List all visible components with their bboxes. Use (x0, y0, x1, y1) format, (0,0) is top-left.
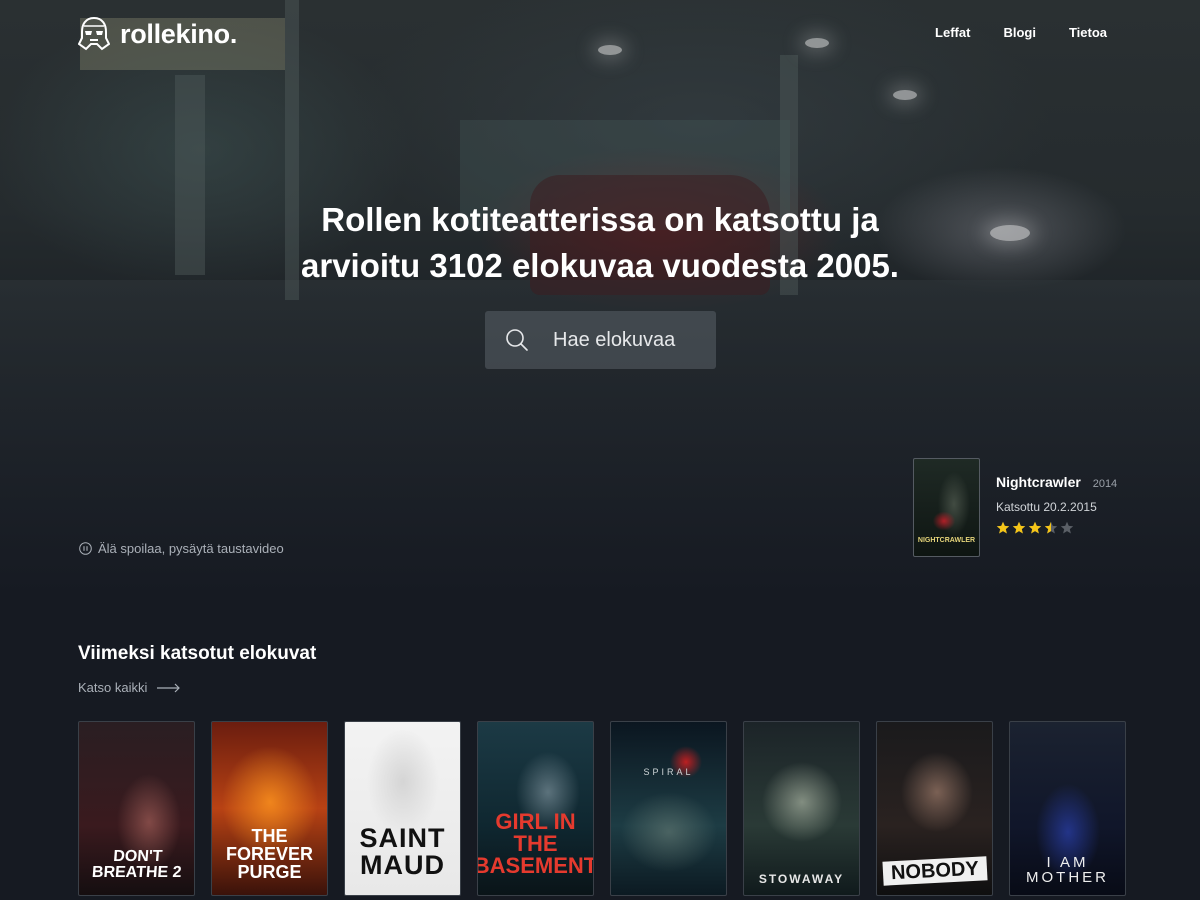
poster-title: THE FOREVER PURGE (225, 826, 313, 882)
main-nav: Leffat Blogi Tietoa (935, 25, 1107, 40)
pause-video-button[interactable]: Älä spoilaa, pysäytä taustavideo (79, 541, 284, 556)
see-all-label: Katso kaikki (78, 680, 148, 695)
pause-icon (79, 542, 92, 555)
hero-headline: Rollen kotiteatterissa on katsottu ja ar… (150, 197, 1050, 289)
nav-item-tietoa[interactable]: Tietoa (1069, 25, 1107, 40)
backdrop-light (805, 38, 829, 48)
movie-poster[interactable]: STOWAWAY (743, 721, 860, 896)
poster-title: SPIRAL (643, 767, 694, 777)
star-icon (996, 521, 1010, 534)
featured-seen-date: Katsottu 20.2.2015 (996, 500, 1097, 514)
star-icon (1012, 521, 1026, 534)
search-icon (506, 329, 528, 351)
poster-title: DON'T BREATHE 2 (91, 848, 182, 881)
nav-item-leffat[interactable]: Leffat (935, 25, 970, 40)
backdrop-light (893, 90, 917, 100)
movie-poster[interactable]: DON'T BREATHE 2 (78, 721, 195, 896)
movie-poster[interactable]: THE FOREVER PURGE (211, 721, 328, 896)
headline-line-2: arvioitu 3102 elokuvaa vuodesta 2005. (301, 247, 899, 284)
backdrop-light (598, 45, 622, 55)
poster-title: I AM MOTHER (1026, 854, 1109, 886)
movie-poster[interactable]: SPIRAL (610, 721, 727, 896)
featured-poster[interactable]: NIGHTCRAWLER (913, 458, 980, 557)
movie-poster[interactable]: SAINT MAUD (344, 721, 461, 896)
featured-poster-text: NIGHTCRAWLER (917, 537, 976, 544)
star-icon (1044, 521, 1058, 534)
star-icon (1060, 521, 1074, 534)
recent-section-title: Viimeksi katsotut elokuvat (78, 643, 317, 664)
search-input[interactable] (553, 328, 703, 352)
see-all-link[interactable]: Katso kaikki (78, 680, 181, 695)
poster-title: STOWAWAY (758, 872, 845, 886)
star-icon (1028, 521, 1042, 534)
headline-line-1: Rollen kotiteatterissa on katsottu ja (321, 201, 879, 238)
featured-year: 2014 (1092, 478, 1118, 490)
site-logo[interactable]: rollekino. (78, 16, 237, 52)
featured-title[interactable]: Nightcrawler (996, 474, 1081, 490)
nav-item-blogi[interactable]: Blogi (1003, 25, 1036, 40)
recent-posters: DON'T BREATHE 2 THE FOREVER PURGE SAINT … (78, 721, 1126, 896)
movie-poster[interactable]: I AM MOTHER (1009, 721, 1126, 896)
poster-title: NOBODY (882, 856, 987, 886)
poster-title: GIRL IN THE BASEMENT (477, 809, 594, 878)
featured-movie[interactable]: NIGHTCRAWLER Nightcrawler 2014 Katsottu … (913, 458, 1117, 557)
movie-search[interactable] (485, 311, 716, 369)
movie-poster[interactable]: GIRL IN THE BASEMENT (477, 721, 594, 896)
movie-poster[interactable]: NOBODY (876, 721, 993, 896)
rating-stars (996, 521, 1117, 535)
arrow-right-icon (157, 683, 181, 692)
pause-video-label: Älä spoilaa, pysäytä taustavideo (98, 541, 284, 556)
stormtrooper-helmet-icon (78, 16, 110, 51)
logo-text: rollekino. (120, 18, 238, 49)
featured-title-row: Nightcrawler 2014 (996, 474, 1117, 490)
featured-info: Nightcrawler 2014 Katsottu 20.2.2015 (996, 458, 1117, 557)
poster-title: SAINT MAUD (359, 823, 446, 880)
